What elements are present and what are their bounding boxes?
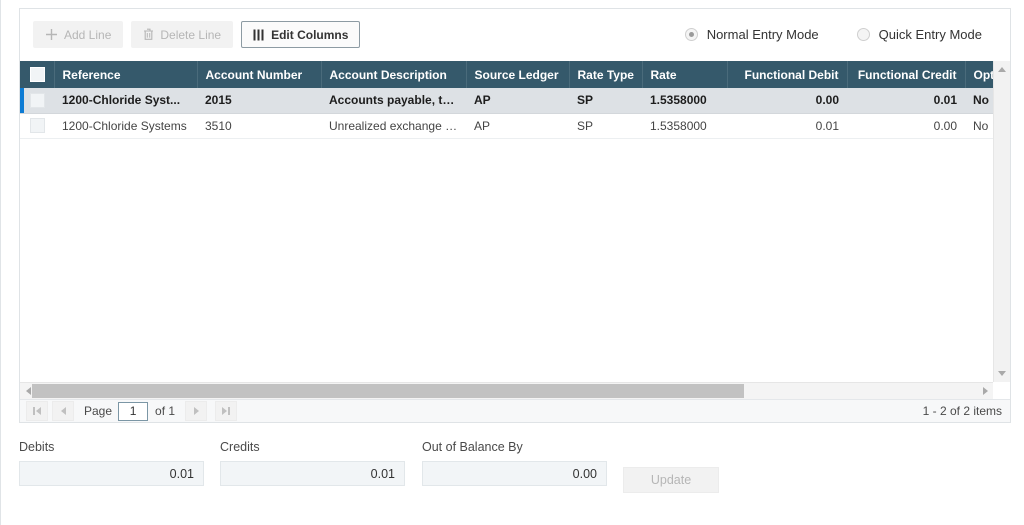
cell-rate-type[interactable]: SP [569,88,642,114]
page-label: Page [84,404,113,418]
credits-label: Credits [220,440,260,454]
credits-field: Credits [220,440,405,486]
plus-icon [45,28,58,41]
cell-reference[interactable]: 1200-Chloride Syst... [54,88,197,114]
column-header-optional[interactable]: Opti [965,61,993,88]
cell-account-description[interactable]: Accounts payable, trade [321,88,466,114]
update-button[interactable]: Update [623,467,719,493]
page-count-label: of 1 [155,404,176,418]
grid-vertical-scrollbar[interactable] [993,61,1010,382]
debits-input[interactable] [19,461,204,486]
select-all-checkbox[interactable] [30,67,45,83]
cell-account-number[interactable]: 3510 [197,113,321,139]
radio-normal-entry-mode-dot [684,28,698,41]
radio-quick-entry-mode[interactable]: Quick Entry Mode [856,27,982,42]
scroll-right-icon[interactable] [977,383,993,399]
debits-field: Debits [19,440,204,486]
table-header: Reference Account Number Account Descrip… [20,61,993,88]
entry-mode-radio-group: Normal Entry Mode Quick Entry Mode [684,27,982,42]
column-header-account-description[interactable]: Account Description [321,61,467,88]
cell-account-number[interactable]: 2015 [197,88,321,114]
pager-item-count: 1 - 2 of 2 items [922,404,1002,418]
columns-icon [253,29,265,41]
cell-rate[interactable]: 1.5358000 [642,113,727,139]
previous-page-button[interactable] [52,401,74,421]
row-select-cell[interactable] [20,113,54,139]
table-header-row: Reference Account Number Account Descrip… [20,61,993,88]
credits-input[interactable] [220,461,405,486]
cell-functional-debit[interactable]: 0.00 [727,88,847,114]
column-header-functional-debit[interactable]: Functional Debit [727,61,848,88]
trash-icon [143,28,154,41]
cell-functional-credit[interactable]: 0.01 [847,88,965,114]
horizontal-scroll-thumb[interactable] [32,384,744,398]
radio-normal-entry-mode-label: Normal Entry Mode [706,27,819,42]
grid-pager: Page of 1 1 - 2 of 2 items [20,399,1010,422]
cell-functional-credit[interactable]: 0.00 [847,113,965,139]
column-header-account-number[interactable]: Account Number [197,61,322,88]
add-line-button[interactable]: Add Line [33,21,124,48]
cell-optional[interactable]: No [965,88,993,114]
grid-horizontal-scrollbar[interactable] [20,382,993,399]
row-checkbox[interactable] [30,118,45,134]
journal-lines-table: Reference Account Number Account Descrip… [20,61,993,139]
scroll-up-icon[interactable] [994,61,1010,78]
next-page-button[interactable] [185,401,208,421]
grid-body-wrapper: Reference Account Number Account Descrip… [20,61,1010,422]
out-of-balance-field: Out of Balance By [422,440,607,486]
grid-toolbar: Add Line Delete Line Edit Columns Normal… [20,9,1010,61]
column-header-source-ledger[interactable]: Source Ledger [466,61,570,88]
add-line-label: Add Line [64,27,112,42]
edit-columns-button[interactable]: Edit Columns [241,21,361,48]
out-of-balance-input[interactable] [422,461,607,486]
toolbar-button-group: Add Line Delete Line Edit Columns [33,21,361,48]
cell-source-ledger[interactable]: AP [466,113,569,139]
cell-rate-type[interactable]: SP [569,113,642,139]
table-body: 1200-Chloride Syst... 2015 Accounts paya… [20,88,993,139]
edit-columns-label: Edit Columns [271,27,349,42]
journal-entry-grid-panel: Add Line Delete Line Edit Columns Normal… [19,8,1011,423]
grid-scroll-area[interactable]: Reference Account Number Account Descrip… [20,61,993,382]
out-of-balance-label: Out of Balance By [422,440,523,454]
column-header-rate[interactable]: Rate [642,61,728,88]
radio-normal-entry-mode[interactable]: Normal Entry Mode [684,27,819,42]
cell-reference[interactable]: 1200-Chloride Systems [54,113,197,139]
cell-rate[interactable]: 1.5358000 [642,88,727,114]
column-header-reference[interactable]: Reference [54,61,198,88]
radio-quick-entry-mode-dot [856,28,870,41]
page-number-input[interactable] [118,401,149,421]
radio-quick-entry-mode-label: Quick Entry Mode [878,27,982,42]
debits-label: Debits [19,440,55,454]
row-checkbox[interactable] [30,92,45,108]
column-header-functional-credit[interactable]: Functional Credit [847,61,966,88]
scroll-down-icon[interactable] [994,365,1010,382]
cell-optional[interactable]: No [965,113,993,139]
row-select-cell[interactable] [20,88,54,114]
cell-account-description[interactable]: Unrealized exchange loss [321,113,466,139]
delete-line-label: Delete Line [160,27,222,42]
column-header-rate-type[interactable]: Rate Type [569,61,643,88]
cell-source-ledger[interactable]: AP [466,88,569,114]
table-row[interactable]: 1200-Chloride Syst... 2015 Accounts paya… [20,88,993,114]
first-page-button[interactable] [26,401,48,421]
select-all-header[interactable] [20,61,55,88]
page-root: Add Line Delete Line Edit Columns Normal… [0,0,1024,525]
delete-line-button[interactable]: Delete Line [131,21,234,48]
table-row[interactable]: 1200-Chloride Systems 3510 Unrealized ex… [20,113,993,139]
cell-functional-debit[interactable]: 0.01 [727,113,847,139]
last-page-button[interactable] [215,401,238,421]
